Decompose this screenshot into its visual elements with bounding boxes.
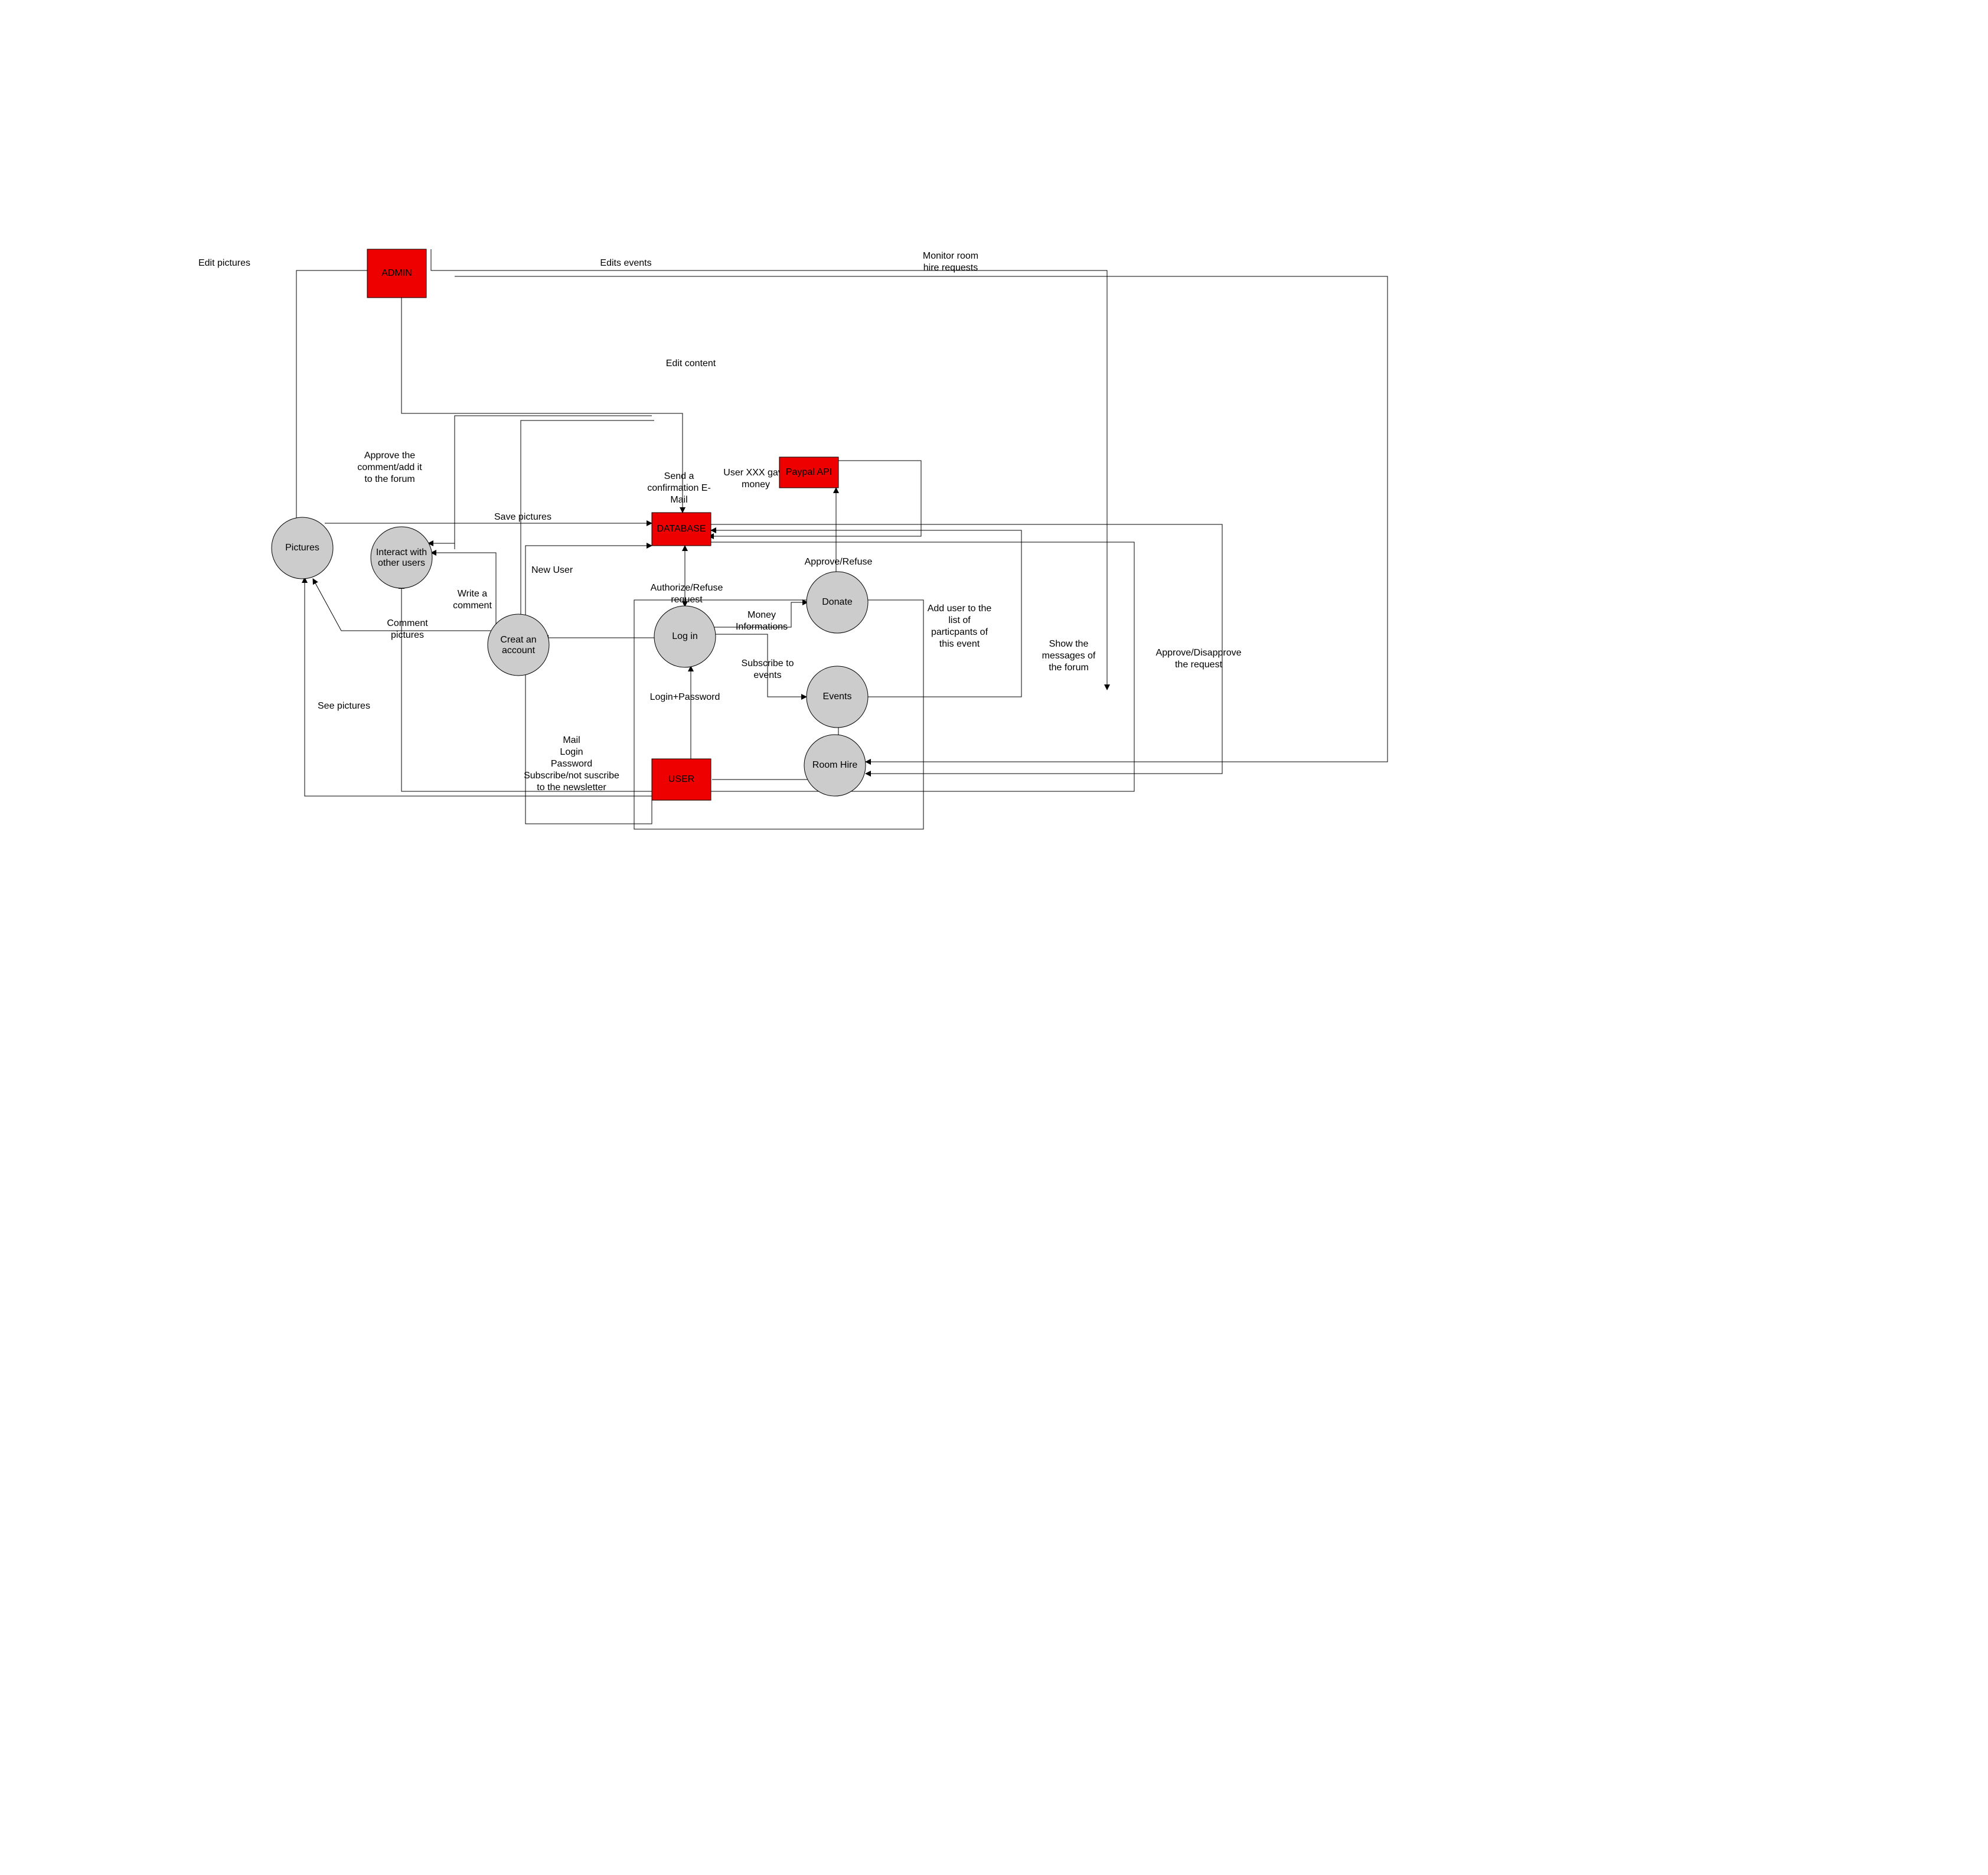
label-acct-2: Login [560, 747, 583, 757]
label-subscribe-1: Subscribe to [742, 658, 794, 669]
node-interact: Interact with other users [371, 527, 432, 588]
diagram-canvas: Edit pictures Edits events Monitor room … [0, 0, 1988, 1875]
label-show-messages-2: messages of [1042, 651, 1096, 661]
edge-approve-comment-seg1 [455, 416, 652, 549]
label-add-user-3: particpants of [931, 627, 988, 637]
node-interact-label-2: other users [378, 558, 425, 568]
label-approve-comment-3: to the forum [364, 474, 414, 484]
label-approve-refuse: Approve/Refuse [805, 557, 873, 567]
node-database-label: DATABASE [657, 524, 706, 534]
label-acct-5: to the newsletter [537, 782, 606, 793]
label-edit-pictures: Edit pictures [198, 258, 250, 268]
label-see-pictures: See pictures [318, 701, 370, 711]
node-pictures: Pictures [272, 517, 333, 579]
node-database: DATABASE [652, 513, 711, 546]
label-new-user: New User [531, 565, 573, 575]
label-approve-comment-1: Approve the [364, 451, 415, 461]
label-approve-dis-2: the request [1175, 660, 1223, 670]
label-send-conf-3: Mail [670, 495, 687, 505]
label-show-messages-1: Show the [1049, 639, 1089, 649]
node-roomhire: Room Hire [804, 735, 866, 796]
edge-user-roomhire [712, 768, 809, 780]
label-add-user-2: list of [948, 615, 971, 625]
label-user-gave-2: money [742, 480, 770, 490]
edge-approve-dis [711, 524, 1222, 774]
node-paypal-label: Paypal API [786, 467, 832, 477]
label-save-pictures: Save pictures [494, 512, 551, 522]
label-subscribe-2: events [753, 670, 781, 680]
label-send-conf-2: confirmation E- [647, 483, 711, 493]
label-money-info-1: Money [747, 610, 776, 620]
edge-edit-content [401, 298, 683, 513]
node-login: Log in [654, 606, 716, 667]
label-send-conf-1: Send a [664, 471, 694, 481]
label-authorize-1: Authorize/Refuse [651, 583, 723, 593]
node-paypal: Paypal API [779, 457, 838, 488]
node-donate: Donate [807, 572, 868, 633]
node-pictures-label: Pictures [285, 543, 319, 553]
label-show-messages-3: the forum [1049, 663, 1089, 673]
label-write-comment-2: comment [453, 601, 492, 611]
label-user-gave-1: User XXX gave [723, 468, 788, 478]
label-money-info-2: Informations [736, 622, 788, 632]
node-create-label-1: Creat an [500, 635, 536, 645]
label-approve-dis-1: Approve/Disapprove [1156, 648, 1242, 658]
label-monitor-room-2: hire requests [923, 263, 978, 273]
node-interact-label-1: Interact with [376, 547, 427, 557]
edge-account-details [525, 667, 652, 824]
label-comment-pictures-1: Comment [387, 618, 428, 628]
label-edit-content: Edit content [666, 358, 716, 369]
node-login-label: Log in [672, 631, 698, 641]
label-login-pass: Login+Password [650, 692, 720, 702]
label-monitor-room-1: Monitor room [923, 251, 978, 261]
label-acct-1: Mail [563, 735, 580, 745]
label-add-user-1: Add user to the [928, 604, 992, 614]
label-edits-events: Edits events [600, 258, 651, 268]
node-admin: ADMIN [367, 249, 426, 298]
label-comment-pictures-2: pictures [391, 630, 424, 640]
node-donate-label: Donate [822, 597, 853, 607]
node-create-label-2: account [502, 645, 536, 656]
node-user: USER [652, 759, 711, 800]
node-user-label: USER [668, 774, 694, 784]
node-create-account: Creat an account [488, 614, 549, 676]
label-write-comment-1: Write a [458, 589, 487, 599]
node-events-label: Events [823, 692, 852, 702]
label-acct-4: Subscribe/not suscribe [524, 771, 619, 781]
label-add-user-4: this event [939, 639, 980, 649]
node-events: Events [807, 666, 868, 728]
label-acct-3: Password [551, 759, 592, 769]
edge-new-user [525, 546, 652, 621]
node-admin-label: ADMIN [381, 268, 412, 278]
label-approve-comment-2: comment/add it [357, 462, 422, 472]
node-roomhire-label: Room Hire [812, 760, 858, 770]
